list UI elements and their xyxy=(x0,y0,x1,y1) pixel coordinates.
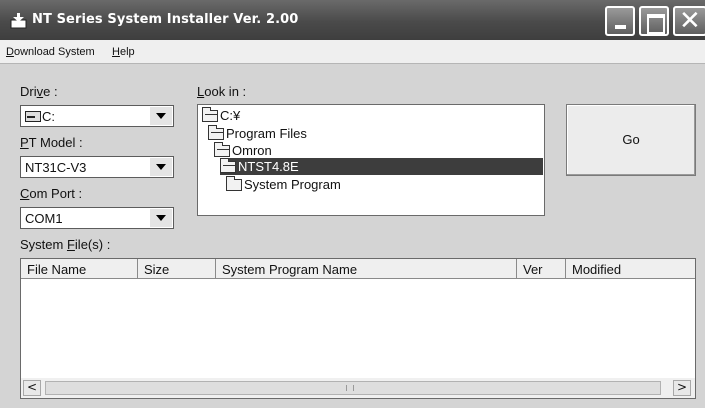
column-system-program-name[interactable]: System Program Name xyxy=(216,259,517,279)
pt-model-select[interactable]: NT31C-V3 xyxy=(20,156,174,178)
drive-dropdown-arrow-icon[interactable] xyxy=(150,107,172,125)
tree-node-c-drive[interactable]: C:¥ xyxy=(202,106,240,124)
tree-node-ntst48e[interactable]: NTST4.8E xyxy=(220,157,543,175)
scroll-left-icon[interactable]: < xyxy=(23,380,41,396)
column-size[interactable]: Size xyxy=(138,259,216,279)
window-title: NT Series System Installer Ver. 2.00 xyxy=(32,12,299,27)
list-header: File Name Size System Program Name Ver M… xyxy=(21,259,695,279)
com-port-select[interactable]: COM1 xyxy=(20,207,174,229)
drive-value: C: xyxy=(42,109,55,124)
close-button[interactable]: ✕ xyxy=(673,6,705,36)
drive-select[interactable]: C: xyxy=(20,105,174,127)
com-port-dropdown-arrow-icon[interactable] xyxy=(150,209,172,227)
grip-icon xyxy=(346,385,354,391)
menu-download-system[interactable]: Download System xyxy=(6,46,95,58)
tree-node-program-files[interactable]: Program Files xyxy=(208,124,307,142)
pt-model-dropdown-arrow-icon[interactable] xyxy=(150,158,172,176)
maximize-button[interactable] xyxy=(639,6,669,36)
go-button[interactable]: Go xyxy=(566,104,696,176)
com-port-value: COM1 xyxy=(25,211,63,226)
minimize-button[interactable] xyxy=(605,6,635,36)
tree-node-omron[interactable]: Omron xyxy=(214,141,272,159)
open-folder-icon xyxy=(202,106,218,122)
system-files-label: System File(s) : xyxy=(20,237,111,252)
column-file-name[interactable]: File Name xyxy=(21,259,138,279)
menu-bar: Download System Help xyxy=(0,40,705,64)
tree-node-system-program[interactable]: System Program xyxy=(226,175,341,193)
scroll-right-icon[interactable]: > xyxy=(673,380,691,396)
com-port-label: Com Port : xyxy=(20,186,83,201)
title-bar: NT Series System Installer Ver. 2.00 ✕ xyxy=(0,0,705,40)
open-folder-icon xyxy=(208,124,224,140)
folder-icon xyxy=(226,175,242,191)
horizontal-scrollbar[interactable]: < > xyxy=(21,378,695,398)
drive-icon xyxy=(25,111,41,122)
pt-model-label: PT Model : xyxy=(20,135,83,150)
column-ver[interactable]: Ver xyxy=(517,259,566,279)
scroll-thumb[interactable] xyxy=(45,381,661,395)
look-in-label: Look in : xyxy=(197,84,247,99)
open-folder-icon xyxy=(214,141,230,157)
pt-model-value: NT31C-V3 xyxy=(25,160,87,175)
installer-app-icon xyxy=(10,13,27,29)
system-files-list[interactable]: File Name Size System Program Name Ver M… xyxy=(20,258,696,399)
drive-label: Drive : xyxy=(20,84,58,99)
menu-help[interactable]: Help xyxy=(112,46,135,58)
open-folder-icon xyxy=(220,157,236,173)
close-icon: ✕ xyxy=(679,6,701,36)
folder-tree[interactable]: C:¥ Program Files Omron NTST4.8E System … xyxy=(197,104,545,216)
column-modified[interactable]: Modified xyxy=(566,259,695,279)
